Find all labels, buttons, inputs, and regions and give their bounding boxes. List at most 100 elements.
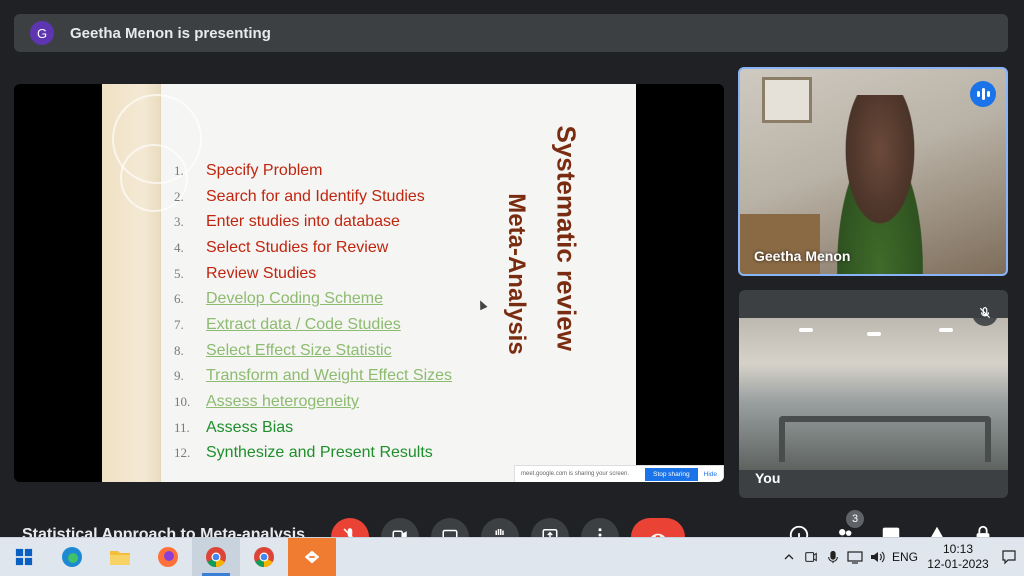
activities-icon[interactable] [926,524,948,537]
folder-icon [110,551,130,565]
clock-date: 12-01-2023 [927,557,989,571]
start-button[interactable] [0,538,48,576]
tray-overflow-chevron-icon[interactable] [778,538,800,576]
present-icon [542,529,558,537]
screen-share-bar: meet.google.com is sharing your screen. … [514,465,724,482]
microphone-tray-icon[interactable] [822,538,844,576]
presentation-app-icon [304,550,320,564]
slide-step-item: 4. Select Studies for Review [174,235,474,261]
slide-step-number: 7. [174,316,184,332]
slide-step-list: 1. Specify Problem 2. Search for and Identi… [174,158,474,466]
raise-hand-button[interactable] [481,518,519,537]
presenter-avatar: G [30,21,54,45]
presenter-video-tile[interactable]: Geetha Menon [738,67,1008,276]
captions-button[interactable] [431,518,469,537]
slide-step-number: 6. [174,291,184,307]
slide-step-item: 7. Extract data / Code Studies [174,312,474,338]
ceiling-light [799,328,813,332]
slide-step-text[interactable]: Select Effect Size Statistic [206,342,392,360]
slide-step-number: 1. [174,162,184,178]
slide-step-text: Enter studies into database [206,213,400,231]
network-tray-icon[interactable] [844,538,866,576]
slide-step-item: 2. Search for and Identify Studies [174,184,474,210]
firefox-icon [158,547,178,567]
camera-toggle-button[interactable] [381,518,419,537]
windows-taskbar: ENG 10:13 12-01-2023 [0,537,1024,576]
slide-step-item: 6. Develop Coding Scheme [174,286,474,312]
slide-step-item: 11. Assess Bias [174,415,474,441]
slide-step-number: 11. [174,419,190,435]
volume-tray-icon[interactable] [866,538,888,576]
taskbar-firefox[interactable] [144,538,192,576]
chat-icon[interactable] [880,524,902,537]
wall-frame [762,77,812,123]
meeting-info-icon[interactable] [788,524,810,537]
slide-step-number: 3. [174,214,184,230]
camera-icon [392,530,407,537]
slide-step-item: 12. Synthesize and Present Results [174,441,474,467]
host-controls-icon[interactable] [972,524,994,537]
slide-title-systematic-review: Systematic review [551,125,582,351]
mic-toggle-button[interactable] [331,518,369,537]
slide-step-item: 9. Transform and Weight Effect Sizes [174,364,474,390]
input-language-indicator[interactable]: ENG [888,550,922,564]
more-options-button[interactable] [581,518,619,537]
self-video [739,318,1008,470]
slide-step-number: 5. [174,265,184,281]
slide-step-text[interactable]: Extract data / Code Studies [206,316,401,334]
conference-table [779,416,991,462]
slide-step-text: Specify Problem [206,161,323,179]
slide-step-item: 5. Review Studies [174,261,474,287]
taskbar-presentation-app[interactable] [288,538,336,576]
captions-icon [442,529,458,537]
people-count-badge: 3 [846,510,864,528]
slide-step-text[interactable]: Develop Coding Scheme [206,290,383,308]
background-shelf [740,214,820,274]
mouse-cursor-icon [476,298,488,311]
slide-step-text: Review Studies [206,264,317,282]
presenter-name: Geetha Menon [754,248,851,264]
more-vert-icon [598,528,602,537]
slide-step-item: 8. Select Effect Size Statistic [174,338,474,364]
notifications-icon[interactable] [994,538,1024,576]
hand-icon [495,529,504,535]
present-screen-button[interactable] [531,518,569,537]
system-tray: ENG 10:13 12-01-2023 [778,538,1024,576]
mic-muted-icon [972,300,998,326]
slide-step-text[interactable]: Transform and Weight Effect Sizes [206,367,452,385]
taskbar-chrome-active[interactable] [192,538,240,576]
windows-logo-icon [15,548,33,566]
slide-step-text: Search for and Identify Studies [206,187,425,205]
slide-step-item: 1. Specify Problem [174,158,474,184]
chrome-icon [206,547,226,568]
meeting-title: Statistical Approach to Meta-analysis [22,526,306,537]
leave-call-button[interactable] [631,518,685,537]
slide-step-text: Assess Bias [206,418,294,436]
shared-screen[interactable]: 1. Specify Problem 2. Search for and Identi… [14,84,724,482]
taskbar-edge[interactable] [48,538,96,576]
slide-step-item: 3. Enter studies into database [174,209,474,235]
slide: 1. Specify Problem 2. Search for and Identi… [102,84,636,482]
slide-title-meta-analysis: Meta-Analysis [503,193,530,355]
meeting-controls: Statistical Approach to Meta-analysis 3 [0,508,1024,537]
taskbar-chrome[interactable] [240,538,288,576]
hide-share-bar-button[interactable]: Hide [698,471,723,478]
stop-sharing-button[interactable]: Stop sharing [645,467,698,481]
slide-step-number: 12. [174,445,191,461]
self-name: You [755,470,781,486]
slide-step-number: 2. [174,188,184,204]
slide-step-item: 10. Assess heterogeneity [174,389,474,415]
taskbar-clock[interactable]: 10:13 12-01-2023 [922,542,994,572]
clock-time: 10:13 [942,542,974,556]
presenting-banner: G Geetha Menon is presenting [14,14,1008,52]
taskbar-file-explorer[interactable] [96,538,144,576]
slide-step-text[interactable]: Assess heterogeneity [206,393,359,411]
slide-step-number: 9. [174,368,184,384]
meet-camera-tray-icon[interactable] [800,538,822,576]
speaking-indicator-icon [970,81,996,107]
ceiling-light [867,332,881,336]
edge-icon [62,547,82,567]
self-video-tile[interactable]: You [739,290,1008,498]
share-message: meet.google.com is sharing your screen. [521,471,630,477]
slide-step-number: 8. [174,342,184,358]
